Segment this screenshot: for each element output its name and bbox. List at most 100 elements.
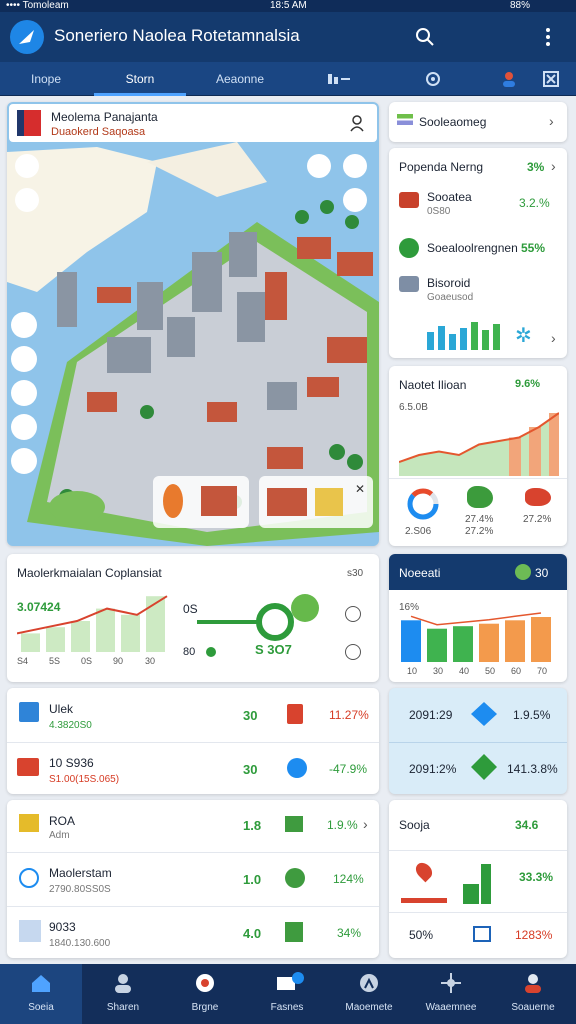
recycle-icon[interactable] bbox=[285, 868, 305, 888]
location-flag-icon bbox=[17, 110, 41, 136]
bar-tick: 10 bbox=[407, 666, 417, 676]
layers-icon[interactable] bbox=[11, 312, 37, 338]
list1-item1-sub: 4.3820S0 bbox=[49, 720, 92, 731]
metric-2-label[interactable]: Soealoolrengnen bbox=[427, 241, 518, 255]
profile-tab-icon[interactable] bbox=[500, 70, 518, 93]
list1-item2-label[interactable]: 10 S936 bbox=[49, 756, 94, 770]
analytics-value: 9.6% bbox=[515, 378, 541, 390]
list1-item1-label[interactable]: Ulek bbox=[49, 702, 73, 716]
grid-icon[interactable] bbox=[11, 380, 37, 406]
nav-waaemnee[interactable]: Waaemnee bbox=[410, 964, 492, 1024]
overview-bar bbox=[71, 621, 90, 652]
stat-1-value: 2091:29 bbox=[409, 708, 453, 722]
chevron-right-icon: › bbox=[549, 113, 554, 129]
list2-item3-label[interactable]: 9033 bbox=[49, 920, 76, 934]
chart-box-icon[interactable] bbox=[285, 816, 303, 832]
nav-brgne[interactable]: Brgne bbox=[164, 964, 246, 1024]
bar-chart-title: Noeeati bbox=[399, 566, 441, 580]
region-fig: 27.4% bbox=[465, 514, 494, 525]
metric-1-sub: 0S80 bbox=[427, 206, 451, 217]
app-logo-icon[interactable] bbox=[10, 20, 44, 54]
info-icon[interactable] bbox=[345, 606, 361, 622]
area-bar bbox=[509, 437, 521, 476]
user-icon[interactable] bbox=[349, 114, 365, 137]
filter-label: Sooleaomeg bbox=[419, 115, 487, 129]
overview-tick: 0S bbox=[81, 656, 92, 666]
home-icon bbox=[30, 972, 52, 994]
traffic-preview-card[interactable]: ✕ bbox=[259, 476, 373, 528]
list2-item2-sub: 2790.80SS0S bbox=[49, 884, 111, 895]
cars-icon bbox=[315, 488, 343, 516]
nav-fasnes[interactable]: Fasnes bbox=[246, 964, 328, 1024]
bike-icon[interactable] bbox=[15, 188, 39, 212]
list2-item3-value: 4.0 bbox=[243, 926, 262, 941]
summary-card: Sooja 34.6 33.3% 50% 1283% bbox=[389, 800, 567, 958]
walk-icon[interactable] bbox=[11, 346, 37, 372]
overview-title: Maolerkmaialan Coplansiat bbox=[17, 566, 162, 580]
chat-icon[interactable] bbox=[11, 448, 37, 474]
overview-line bbox=[17, 595, 168, 635]
analytics-title: Naotet Ilioan bbox=[399, 378, 467, 392]
warehouse-icon bbox=[19, 702, 39, 722]
bar bbox=[505, 620, 525, 662]
nav-sharen[interactable]: Sharen bbox=[82, 964, 164, 1024]
gear-icon: ✲ bbox=[515, 325, 532, 347]
houses-icon bbox=[267, 488, 307, 516]
building-preview-card[interactable] bbox=[153, 476, 249, 528]
document-icon[interactable] bbox=[287, 704, 303, 724]
pin-baseline bbox=[401, 898, 447, 903]
calendar-icon[interactable] bbox=[11, 414, 37, 440]
bar-tick: 60 bbox=[511, 666, 521, 676]
list2-item3-sub: 1840.130.600 bbox=[49, 938, 111, 949]
map-title: Meolema Panajanta bbox=[51, 110, 158, 124]
nav-maoemete[interactable]: Maoemete bbox=[328, 964, 410, 1024]
list2-item1-label[interactable]: ROA bbox=[49, 814, 75, 828]
search-icon[interactable] bbox=[414, 26, 436, 53]
summary-title: Sooja bbox=[399, 818, 430, 832]
map-region-icon bbox=[467, 486, 493, 508]
overview-tick: S4 bbox=[17, 656, 28, 666]
nav-home[interactable]: Soeia bbox=[0, 964, 82, 1024]
target-icon[interactable] bbox=[287, 758, 307, 778]
diamond-icon bbox=[471, 702, 497, 726]
city-map-card[interactable]: Meolema Panajanta Duaokerd Saqoasa ✕ bbox=[7, 102, 379, 546]
share-icon[interactable] bbox=[343, 154, 367, 178]
box-icon bbox=[19, 814, 39, 832]
close-preview-icon[interactable]: ✕ bbox=[355, 482, 365, 496]
overview-mid-value: S 3O7 bbox=[255, 642, 292, 657]
close-tab-icon[interactable] bbox=[542, 70, 560, 93]
divider bbox=[389, 478, 567, 479]
list2-item2-value: 1.0 bbox=[243, 872, 262, 887]
tab-inope[interactable]: Inope bbox=[0, 62, 92, 96]
book-icon bbox=[473, 926, 491, 942]
settings-tab-icon[interactable] bbox=[424, 70, 446, 93]
tab-aeaonne[interactable]: Aeaonne bbox=[190, 62, 290, 96]
bus-icon bbox=[399, 192, 419, 208]
cube-icon[interactable] bbox=[285, 922, 303, 942]
overview-card: Maolerkmaialan Coplansiat s30 3.07424 S4… bbox=[7, 554, 379, 682]
bar bbox=[453, 626, 473, 662]
metric-1-value: 3.2.% bbox=[519, 196, 550, 210]
bar bbox=[401, 620, 421, 662]
more-menu-icon[interactable] bbox=[543, 26, 553, 53]
tab-storn[interactable]: Storn bbox=[94, 62, 186, 96]
bar-chart-tab-icon[interactable] bbox=[326, 71, 352, 92]
metric-3-label[interactable]: Bisoroid bbox=[427, 276, 470, 290]
edit-icon[interactable] bbox=[307, 154, 331, 178]
nav-soauerne[interactable]: Soauerne bbox=[492, 964, 574, 1024]
tag-icon[interactable] bbox=[15, 154, 39, 178]
info-2-icon[interactable] bbox=[345, 644, 361, 660]
divider bbox=[389, 850, 567, 851]
list2-item1-pct: 1.9.% bbox=[327, 818, 358, 832]
location-pin-icon[interactable] bbox=[343, 188, 367, 212]
list2-item2-pct: 124% bbox=[333, 872, 364, 886]
bar-chart-badge: 30 bbox=[535, 566, 549, 580]
person-icon bbox=[112, 972, 134, 994]
filter-icon bbox=[397, 114, 413, 128]
area-bar bbox=[529, 427, 541, 476]
bar bbox=[479, 623, 499, 662]
filter-card[interactable]: Sooleaomeg › bbox=[389, 102, 567, 142]
metrics-header-value: 3% bbox=[527, 160, 545, 174]
list2-item2-label[interactable]: Maolerstam bbox=[49, 866, 112, 880]
metric-1-label[interactable]: Sooatea bbox=[427, 190, 472, 204]
